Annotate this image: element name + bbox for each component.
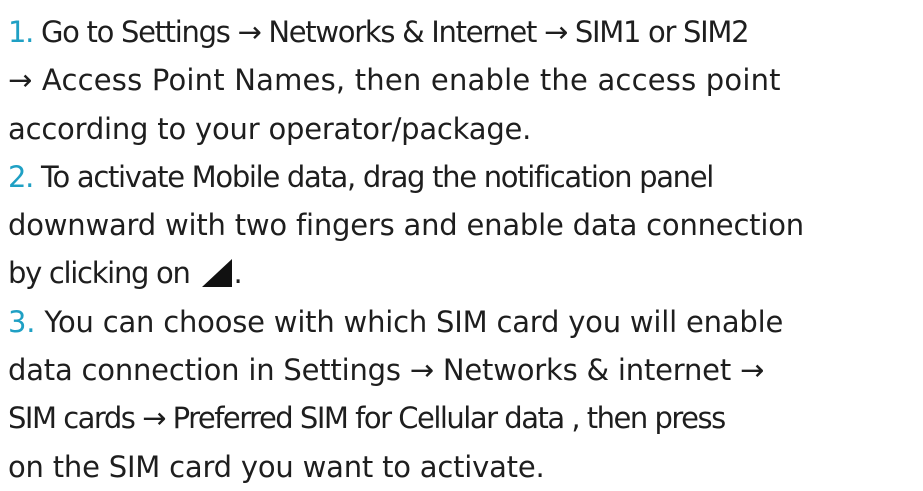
step-3-line-3: SIM cards → Preferred SIM for Cellular d… <box>8 394 918 442</box>
step-2-line-2: downward with two fingers and enable dat… <box>8 201 918 249</box>
step-2-text: by clicking on <box>8 256 198 291</box>
step-1-line-3: according to your operator/package. <box>8 105 918 153</box>
step-3-text: on the SIM card you want to activate. <box>8 449 545 484</box>
step-2-text: downward with two fingers and enable dat… <box>8 208 804 243</box>
step-3-text: data connection in Settings <box>8 353 410 388</box>
arrow-right-icon: → <box>409 353 434 388</box>
arrow-right-icon: → <box>543 15 568 49</box>
step-1-number: 1. <box>8 15 34 49</box>
step-1-text: according to your operator/package. <box>8 111 532 146</box>
step-3-line-2: data connection in Settings → Networks &… <box>8 346 918 394</box>
step-2-text: . <box>233 256 243 291</box>
arrow-right-icon: → <box>740 353 765 388</box>
arrow-right-icon: → <box>237 15 261 49</box>
arrow-right-icon: → <box>8 63 33 98</box>
step-1-text: Access Point Names, then enable the acce… <box>32 63 781 98</box>
step-1-text: Networks & Internet <box>260 15 544 49</box>
step-3-text: SIM cards <box>8 401 143 436</box>
step-2-number: 2. <box>8 159 34 194</box>
step-2-line-3: by clicking on . <box>8 249 918 297</box>
step-3-text: Preferred SIM for Cellular data , then p… <box>164 401 727 436</box>
step-3-line-4: on the SIM card you want to activate. <box>8 443 918 491</box>
step-3-text: Networks & internet <box>433 353 741 388</box>
step-1-text: SIM1 or SIM2 <box>566 15 750 49</box>
step-3-number: 3. <box>8 304 36 339</box>
step-3-line-1: 3. You can choose with which SIM card yo… <box>8 298 918 346</box>
step-1-line-1: 1. Go to Settings → Networks & Internet … <box>8 8 918 56</box>
step-1-text: Go to Settings <box>41 15 238 49</box>
instructions: 1. Go to Settings → Networks & Internet … <box>8 8 918 491</box>
mobile-signal-icon <box>201 259 232 288</box>
arrow-right-icon: → <box>142 401 166 436</box>
step-3-text: You can choose with which SIM card you w… <box>44 304 784 339</box>
step-1-line-2: → Access Point Names, then enable the ac… <box>8 56 918 104</box>
step-2-text: To activate Mobile data, drag the notifi… <box>41 159 714 194</box>
step-2-line-1: 2. To activate Mobile data, drag the not… <box>8 153 918 201</box>
